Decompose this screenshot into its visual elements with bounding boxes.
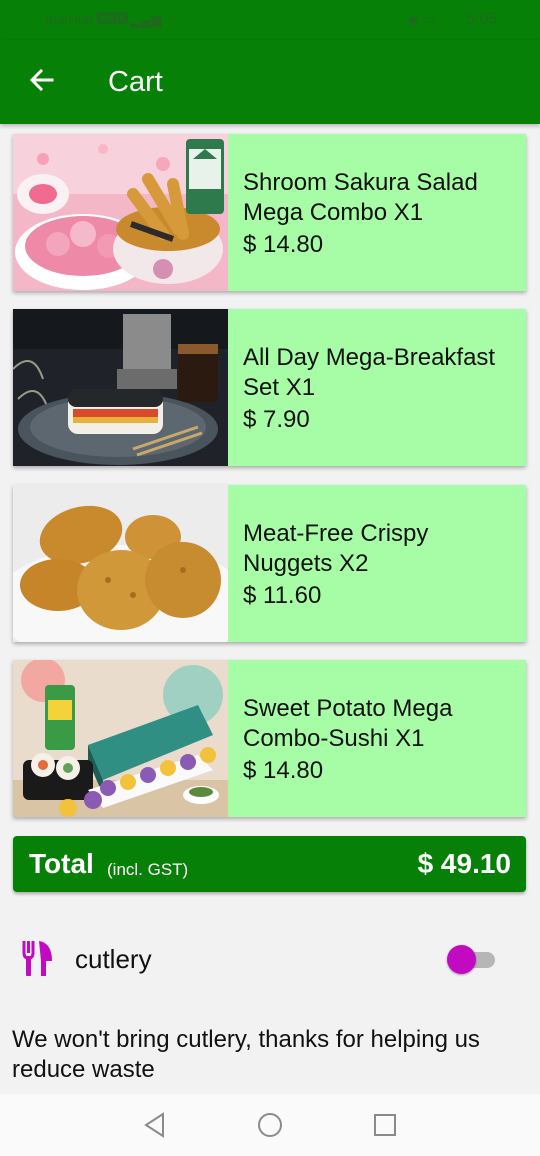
toggle-knob[interactable] (447, 945, 476, 974)
item-price: $ 14.80 (243, 231, 324, 258)
arrow-left-icon[interactable] (24, 62, 60, 98)
breakfast-sandwich-photo (13, 309, 228, 466)
item-name: Shroom Sakura Salad Mega Combo X1 (243, 169, 478, 226)
item-price: $ 11.60 (243, 582, 322, 609)
cart-item[interactable]: Shroom Sakura Salad Mega Combo X1 $ 14.8… (13, 134, 526, 291)
signal-wifi-icon: ▂▄▆ ◠ (130, 12, 180, 27)
item-name: Sweet Potato Mega Combo-Sushi X1 (243, 695, 453, 752)
battery-icon: ◉ ▭ (407, 11, 437, 27)
total-bar: Total (incl. GST) $ 49.10 (13, 836, 526, 892)
page-title: Cart (108, 66, 163, 98)
cutlery-label: cutlery (75, 944, 152, 974)
back-triangle-icon[interactable] (141, 1111, 169, 1139)
cutlery-toggle[interactable] (447, 944, 495, 974)
gst-note: (incl. GST) (107, 860, 189, 879)
combo-bowl-photo (13, 134, 228, 291)
recents-square-icon[interactable] (371, 1111, 399, 1139)
cutlery-option: cutlery (0, 930, 540, 988)
carrier-name: StarHub (45, 12, 93, 27)
status-bar: StarHub VoLTE ▂▄▆ ◠ ◉ ▭ 5:05 (0, 0, 540, 40)
app-bar: Cart (0, 40, 540, 124)
item-name: All Day Mega-Breakfast Set X1 (243, 344, 496, 401)
cart-item[interactable]: Meat-Free Crispy Nuggets X2 $ 11.60 (13, 485, 526, 642)
total-amount: $ 49.10 (417, 848, 511, 879)
system-nav-bar (0, 1094, 540, 1156)
cutlery-message: We won't bring cutlery, thanks for helpi… (12, 1026, 480, 1083)
sushi-box-photo (13, 660, 228, 817)
clock: 5:05 (466, 11, 498, 28)
item-name: Meat-Free Crispy Nuggets X2 (243, 520, 429, 577)
total-label: Total (29, 848, 94, 879)
home-circle-icon[interactable] (256, 1111, 284, 1139)
cart-item[interactable]: All Day Mega-Breakfast Set X1 $ 7.90 (13, 309, 526, 466)
cart-item[interactable]: Sweet Potato Mega Combo-Sushi X1 $ 14.80 (13, 660, 526, 817)
volte-badge: VoLTE (97, 12, 129, 24)
item-price: $ 14.80 (243, 757, 324, 784)
fork-knife-icon (22, 939, 54, 977)
item-price: $ 7.90 (243, 406, 310, 433)
nuggets-photo (13, 485, 228, 642)
